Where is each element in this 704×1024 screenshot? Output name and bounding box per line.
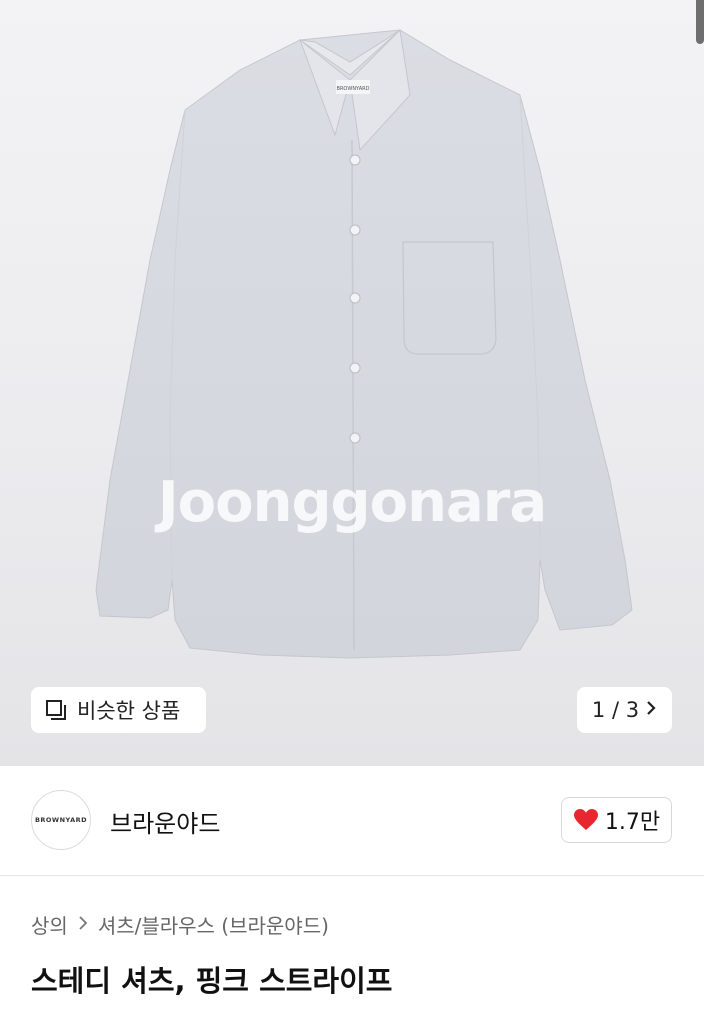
scrollbar[interactable] (696, 0, 704, 44)
svg-text:BROWNYARD: BROWNYARD (337, 86, 370, 92)
watermark: Joonggonara (157, 470, 547, 535)
breadcrumb-item-subcategory[interactable]: 셔츠/블라우스 (브라운야드) (98, 910, 329, 939)
like-button[interactable]: 1.7만 (561, 797, 672, 843)
product-image: BROWNYARD (95, 28, 633, 659)
similar-products-button[interactable]: 비슷한 상품 (31, 687, 206, 733)
similar-items-icon (45, 699, 67, 721)
product-title: 스테디 셔츠, 핑크 스트라이프 (31, 964, 393, 998)
image-pager-button[interactable]: 1 / 3 (577, 687, 672, 733)
breadcrumb: 상의 셔츠/블라우스 (브라운야드) (31, 910, 329, 939)
heart-icon (573, 808, 599, 832)
breadcrumb-item-category[interactable]: 상의 (31, 910, 68, 939)
seller-logo[interactable]: BROWNYARD (31, 790, 91, 850)
similar-products-label: 비슷한 상품 (77, 699, 181, 723)
product-image-gallery[interactable]: BROWNYARD Joonggonara 비슷한 상품 1 / 3 (0, 0, 704, 766)
chevron-right-icon (78, 914, 88, 936)
seller-section: BROWNYARD 브라운야드 1.7만 (0, 766, 704, 876)
seller-name[interactable]: 브라운야드 (110, 804, 220, 839)
image-counter: 1 / 3 (591, 698, 640, 722)
like-count: 1.7만 (604, 810, 661, 835)
chevron-right-icon (645, 698, 657, 723)
